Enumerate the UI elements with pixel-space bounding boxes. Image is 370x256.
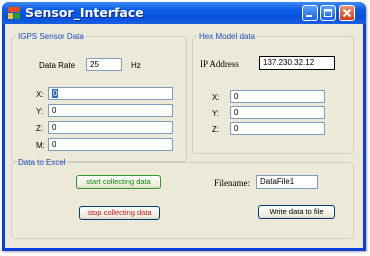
filename-label: Filename: — [214, 178, 250, 188]
hex-z-label: Z: — [212, 125, 220, 134]
ip-address-label: IP Address — [200, 59, 239, 69]
maximize-icon — [324, 9, 332, 17]
data-rate-label: Data Rate — [39, 61, 76, 70]
title-bar[interactable]: Sensor_Interface — [2, 2, 366, 24]
data-rate-unit: Hz — [131, 61, 141, 70]
hex-y-input[interactable]: 0 — [230, 106, 325, 119]
hex-z-input[interactable]: 0 — [230, 122, 325, 135]
data-rate-input[interactable]: 25 — [86, 58, 122, 71]
data-to-excel-group: Data to Excel — [11, 158, 354, 239]
minimize-icon — [306, 15, 312, 17]
hex-y-label: Y: — [212, 109, 220, 118]
close-icon — [342, 8, 352, 18]
igps-x-input[interactable]: 0 — [48, 87, 173, 100]
hex-group-legend: Hex Model data — [199, 32, 256, 41]
hex-x-input[interactable]: 0 — [230, 90, 325, 103]
hex-x-label: X: — [212, 93, 220, 102]
igps-group-legend: IGPS Sensor Data — [18, 32, 84, 41]
igps-x-label: X: — [36, 90, 44, 99]
filename-input[interactable]: DataFile1 — [256, 175, 318, 189]
stop-collecting-button[interactable]: stop collecting data — [79, 206, 160, 220]
igps-y-input[interactable]: 0 — [48, 104, 173, 117]
igps-x-value: 0 — [52, 89, 59, 98]
write-data-button[interactable]: Write data to file — [258, 205, 335, 219]
igps-m-label: M: — [36, 141, 45, 150]
igps-z-label: Z: — [36, 124, 44, 133]
start-collecting-button[interactable]: start collecting data — [76, 175, 161, 189]
window-title: Sensor_Interface — [25, 5, 144, 20]
minimize-button[interactable] — [302, 5, 318, 21]
maximize-button[interactable] — [320, 5, 336, 21]
igps-m-input[interactable]: 0 — [48, 138, 173, 151]
ip-address-input[interactable]: 137.230.32.12 — [259, 56, 335, 70]
igps-y-label: Y: — [36, 107, 44, 116]
window-client-area: IGPS Sensor Data Data Rate 25 Hz X: 0 Y:… — [5, 24, 363, 248]
excel-group-legend: Data to Excel — [18, 158, 66, 167]
igps-z-input[interactable]: 0 — [48, 121, 173, 134]
app-icon — [8, 7, 20, 19]
app-window: Sensor_Interface IGPS Sensor Data Data R… — [2, 2, 366, 251]
close-button[interactable] — [339, 5, 355, 21]
